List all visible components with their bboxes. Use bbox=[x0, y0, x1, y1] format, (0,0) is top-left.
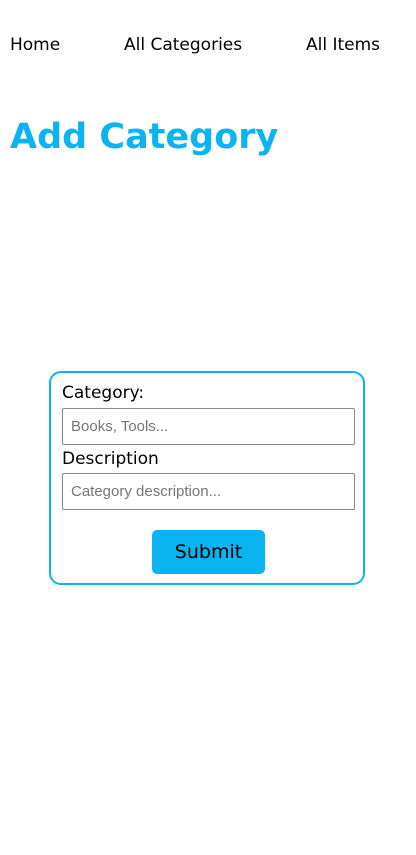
nav-link-all-categories[interactable]: All Categories bbox=[124, 33, 242, 57]
category-label: Category: bbox=[62, 383, 145, 403]
add-category-form: Category: Description Submit bbox=[49, 371, 365, 585]
description-label: Description bbox=[62, 449, 159, 469]
category-input[interactable] bbox=[62, 408, 355, 445]
top-nav: Home All Categories All Items bbox=[0, 33, 416, 57]
nav-link-all-items[interactable]: All Items bbox=[306, 33, 380, 57]
nav-link-home[interactable]: Home bbox=[10, 33, 60, 57]
submit-button[interactable]: Submit bbox=[152, 530, 265, 574]
page-title: Add Category bbox=[10, 117, 279, 157]
description-input[interactable] bbox=[62, 473, 355, 510]
